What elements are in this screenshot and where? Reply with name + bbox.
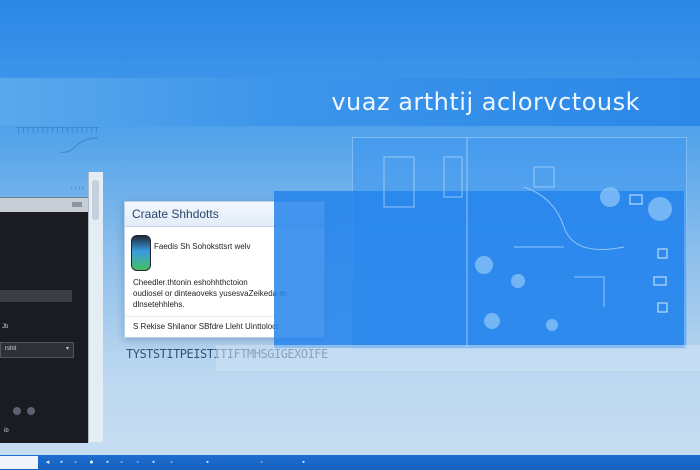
dark-app-field[interactable]: rshit [0,342,74,358]
scrollbar-thumb[interactable] [92,180,99,220]
panel-illustration [383,137,672,347]
dialog-app-name: Faedis Sh Sohoksttsrt welv [154,242,251,251]
dark-app-label-1: Jb [2,324,9,330]
radio-icon[interactable] [27,407,35,415]
dark-app-field-value: rshit [5,346,17,352]
media-icon[interactable]: ▪ [204,459,211,466]
browser-icon[interactable]: ● [88,459,95,466]
minimize-icon[interactable] [72,202,82,207]
dark-app-toolbar[interactable] [0,290,72,302]
store-icon[interactable]: ▫ [118,459,125,466]
dark-app-titlebar[interactable] [0,198,88,212]
desktop-top-band [0,0,700,78]
file-explorer-icon[interactable]: ▫ [72,459,79,466]
tiny-label: TTTT [70,186,85,192]
photos-icon[interactable]: ▫ [168,459,175,466]
dark-app-window[interactable]: Jb rshit ▾ ib [0,197,88,443]
dark-app-label-2: ib [4,428,9,434]
banner-title: vuaz arthtij aclorvctousk [331,88,640,116]
start-button[interactable] [0,456,38,469]
radio-icon[interactable] [13,407,21,415]
scrollbar[interactable] [88,172,103,442]
banner: vuaz arthtij aclorvctousk [0,78,700,126]
dialog-title: Craate Shhdotts [132,207,219,221]
task-view-icon[interactable]: ▪ [58,459,65,466]
tray-icon[interactable]: ▪ [300,459,307,466]
chevron-down-icon[interactable]: ▾ [66,345,69,352]
mail-icon[interactable]: ▪ [104,459,111,466]
squiggle-icon [59,137,99,153]
taskbar[interactable]: ◂ ▪ ▫ ● ▪ ▫ ◦ ▪ ▫ ▪ ▫ ▪ [0,455,700,470]
dialog-footer-text[interactable]: S Rekise Shilanor SBfdre Lleht Uinttoloc… [133,322,278,331]
bottom-band [216,345,700,371]
search-icon[interactable]: ◂ [44,459,51,466]
settings-icon[interactable]: ◦ [134,459,141,466]
terminal-icon[interactable]: ▪ [150,459,157,466]
app-icon [131,235,151,271]
tray-icon[interactable]: ▫ [258,459,265,466]
